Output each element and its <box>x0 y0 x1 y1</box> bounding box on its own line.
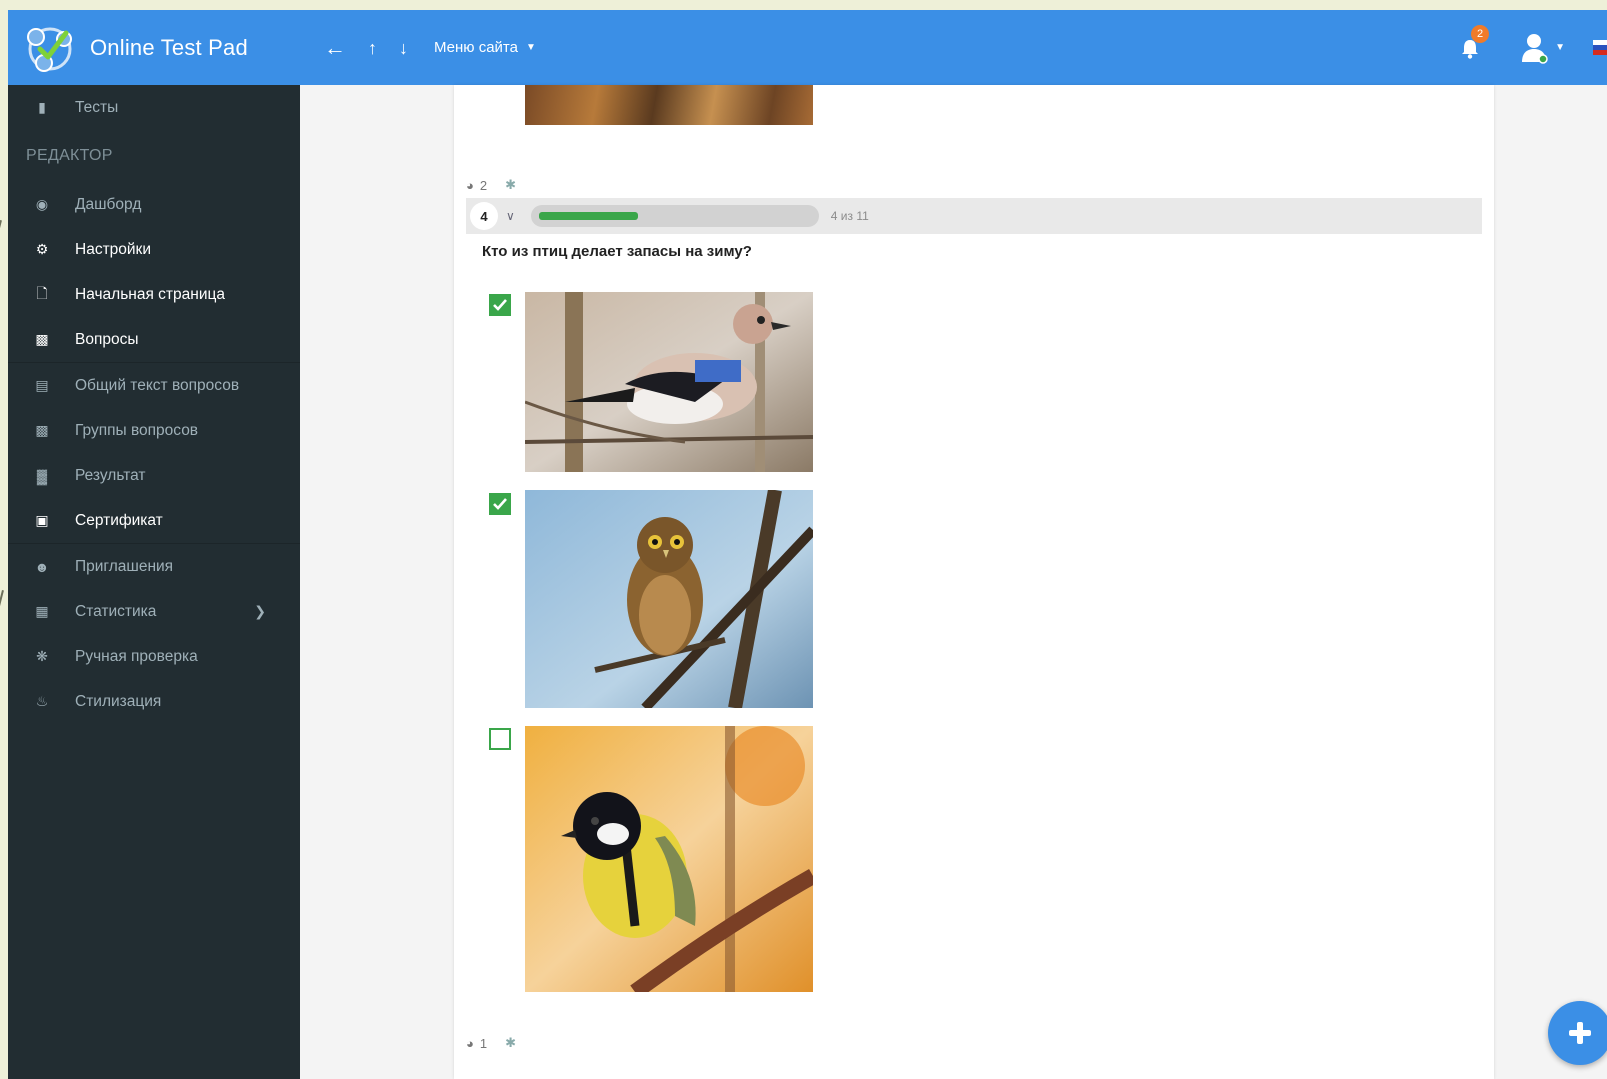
certificate-icon: ▣ <box>35 512 49 528</box>
points-value: 2 <box>479 177 488 193</box>
required-asterisk-icon[interactable]: ✱ <box>505 177 516 193</box>
sidebar: ▮ Тесты РЕДАКТОР ◉ Дашборд ⚙ Настройки 🗋… <box>8 85 300 1079</box>
sidebar-item-invitations[interactable]: ☻ Приглашения <box>8 544 300 589</box>
app-window: Online Test Pad ← ↑ ↓ Меню сайта ▼ 2 ▼ ▮… <box>8 10 1607 1079</box>
points-value: 1 <box>479 1035 488 1051</box>
question-editor-card: ◕ 2 ✱ 4 ∨ 4 из 11 Кто из птиц делает зап… <box>454 85 1494 1079</box>
notifications-button[interactable]: 2 <box>1455 24 1490 63</box>
checkmark-icon <box>493 299 507 311</box>
gears-icon: ❋ <box>36 648 48 664</box>
sidebar-section-header: РЕДАКТОР <box>26 147 113 164</box>
app-title: Online Test Pad <box>90 34 248 60</box>
previous-answer-image[interactable] <box>525 85 813 125</box>
caret-down-icon: ▼ <box>1555 42 1565 53</box>
sidebar-item-common-text[interactable]: ▤ Общий текст вопросов <box>8 363 300 408</box>
sidebar-item-label: Результат <box>75 466 146 484</box>
stats-icon: ▦ <box>35 603 49 619</box>
plus-icon <box>1569 1022 1591 1044</box>
answer-checkbox[interactable] <box>489 728 511 750</box>
back-arrow-icon[interactable]: ← <box>324 36 346 59</box>
sidebar-item-label: Дашборд <box>75 195 142 213</box>
answer-checkbox[interactable] <box>489 294 511 316</box>
dashboard-icon: ◉ <box>35 196 49 212</box>
file-icon: 🗋 <box>36 284 48 301</box>
pie-chart-icon: ◕ <box>466 1035 474 1051</box>
topbar-right: 2 ▼ <box>1455 10 1607 85</box>
sidebar-item-label: Ручная проверка <box>75 647 198 665</box>
sidebar-item-result[interactable]: ▓ Результат <box>8 453 300 498</box>
logo[interactable]: Online Test Pad <box>8 21 304 75</box>
jay-bird-photo[interactable] <box>525 292 813 472</box>
move-down-icon[interactable]: ↓ <box>399 39 408 57</box>
decorative-line <box>0 220 2 308</box>
site-menu-label: Меню сайта <box>434 39 518 56</box>
question-meta-row: ◕ 2 ✱ <box>466 177 516 193</box>
sidebar-item-label: Приглашения <box>75 557 174 575</box>
question-number[interactable]: 4 <box>470 202 498 230</box>
caret-down-icon: ▼ <box>525 42 536 53</box>
required-asterisk-icon[interactable]: ✱ <box>505 1035 516 1051</box>
sidebar-item-manual-check[interactable]: ❋ Ручная проверка <box>8 634 300 679</box>
sidebar-item-statistics[interactable]: ▦ Статистика ❯ <box>8 589 300 634</box>
sidebar-item-label: Тесты <box>75 98 119 116</box>
sidebar-item-styling[interactable]: ♨ Стилизация <box>8 679 300 724</box>
sidebar-item-label: Общий текст вопросов <box>75 376 240 394</box>
question-header: 4 ∨ 4 из 11 <box>466 198 1482 234</box>
sidebar-item-questions[interactable]: ▩ Вопросы <box>8 317 300 362</box>
text-file-icon: ▤ <box>35 377 49 393</box>
chevron-down-icon[interactable]: ∨ <box>506 209 515 223</box>
user-avatar-icon <box>1522 33 1548 64</box>
bar-chart-icon: ▓ <box>36 467 48 484</box>
site-menu-dropdown[interactable]: Меню сайта ▼ <box>434 39 536 56</box>
question-count: 4 из 11 <box>830 209 869 223</box>
add-user-icon: ☻ <box>34 558 50 575</box>
sidebar-item-label: Группы вопросов <box>75 421 199 439</box>
language-flag-icon[interactable] <box>1593 39 1607 56</box>
points-indicator[interactable]: ◕ 2 <box>466 178 487 193</box>
question-text: Кто из птиц делает запасы на зиму? <box>482 243 752 260</box>
nav-arrows: ← ↑ ↓ <box>324 36 408 59</box>
comment-icon: ▩ <box>35 331 49 347</box>
paint-icon: ♨ <box>35 693 49 709</box>
groups-icon: ▩ <box>35 422 49 438</box>
owl-photo[interactable] <box>525 490 813 708</box>
question-progress-bar <box>530 205 819 227</box>
sidebar-item-label: Статистика <box>75 602 157 620</box>
decorative-line <box>0 590 4 669</box>
pie-chart-icon: ◕ <box>466 177 474 193</box>
sidebar-item-label: Сертификат <box>75 511 163 529</box>
sidebar-item-label: Стилизация <box>75 692 162 710</box>
sidebar-item-certificate[interactable]: ▣ Сертификат <box>8 498 300 543</box>
sidebar-item-question-groups[interactable]: ▩ Группы вопросов <box>8 408 300 453</box>
sidebar-item-dashboard[interactable]: ◉ Дашборд <box>8 182 300 227</box>
sidebar-item-tests[interactable]: ▮ Тесты <box>8 85 300 130</box>
sidebar-item-settings[interactable]: ⚙ Настройки <box>8 227 300 272</box>
logo-icon <box>22 21 78 75</box>
question-meta-row: ◕ 1 ✱ <box>466 1035 516 1051</box>
sidebar-item-start-page[interactable]: 🗋 Начальная страница <box>8 272 300 317</box>
checkmark-icon <box>493 498 507 510</box>
gear-icon: ⚙ <box>35 241 49 257</box>
move-up-icon[interactable]: ↑ <box>368 39 377 57</box>
sidebar-item-label: Вопросы <box>75 330 139 348</box>
answer-checkbox[interactable] <box>489 493 511 515</box>
notification-badge: 2 <box>1471 24 1490 43</box>
add-question-button[interactable] <box>1548 1001 1607 1065</box>
chevron-right-icon: ❯ <box>254 603 266 619</box>
tests-icon: ▮ <box>38 99 46 115</box>
sidebar-item-label: Настройки <box>75 240 152 258</box>
top-navbar: Online Test Pad ← ↑ ↓ Меню сайта ▼ 2 ▼ <box>8 10 1607 85</box>
user-menu[interactable]: ▼ <box>1519 32 1565 64</box>
points-indicator[interactable]: ◕ 1 <box>466 1036 487 1051</box>
progress-fill <box>538 212 638 220</box>
great-tit-photo[interactable] <box>525 726 813 992</box>
sidebar-item-label: Начальная страница <box>75 285 225 303</box>
